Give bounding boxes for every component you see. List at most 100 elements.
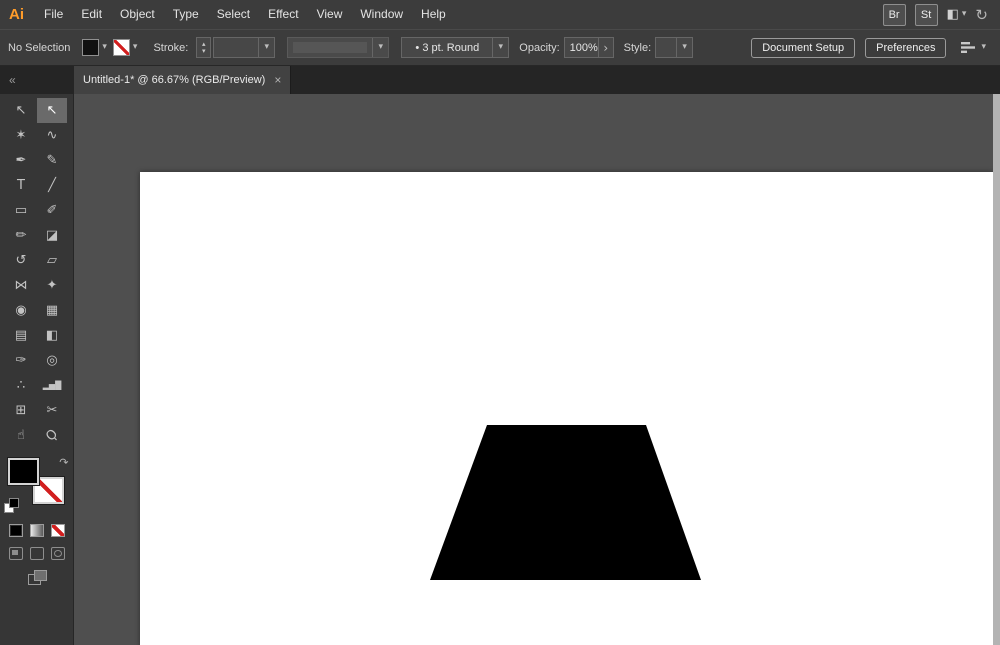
perspective-grid-tool[interactable]: ▦ xyxy=(37,298,67,323)
brush-dropdown[interactable]: ▾ xyxy=(492,38,508,57)
menu-effect[interactable]: Effect xyxy=(259,0,307,29)
chevron-down-icon: ▾ xyxy=(682,43,687,52)
bridge-button[interactable]: Br xyxy=(883,4,906,26)
sync-icon[interactable]: ↻ xyxy=(975,6,988,24)
menu-help[interactable]: Help xyxy=(412,0,455,29)
document-setup-button[interactable]: Document Setup xyxy=(751,38,855,58)
style-label: Style: xyxy=(624,42,652,54)
stock-button[interactable]: St xyxy=(915,4,938,26)
brush-bullet-icon: • xyxy=(415,42,419,54)
fill-stroke-widget: ↷ xyxy=(0,456,74,518)
canvas-area[interactable] xyxy=(74,94,1000,645)
tools-panel: ↖ ↖ ✶ ∿✒✎T╱ ▭ ✐ ✏ ◪↺▱⋈ ✦ ◉▦ ▤ ◧✑◎ ∴ ▂▅█ ⊞ ✂☝Ϙ ↷ xyxy=(0,94,74,645)
tools-grid: ↖ ↖ ✶ ∿✒✎T╱ ▭ ✐ ✏ ◪↺▱⋈ ✦ ◉▦ ▤ ◧✑◎ ∴ ▂▅█ ⊞ ✂☝Ϙ xyxy=(6,98,67,448)
preferences-button[interactable]: Preferences xyxy=(865,38,946,58)
opacity-input[interactable]: 100% › xyxy=(564,37,614,58)
width-profile-select[interactable]: ▾ xyxy=(287,37,389,58)
fill-indicator[interactable] xyxy=(8,458,39,485)
stroke-weight-stepper[interactable]: ▴ ▾ xyxy=(196,37,211,58)
menu-edit[interactable]: Edit xyxy=(72,0,111,29)
rectangle-tool[interactable]: ▭ xyxy=(6,198,36,223)
rotate-tool[interactable]: ↺ xyxy=(6,248,36,273)
trapezoid-shape[interactable] xyxy=(430,425,701,580)
type-tool[interactable]: T xyxy=(6,173,36,198)
width-profile-dropdown[interactable]: ▾ xyxy=(372,38,388,57)
mesh-icon: ▤ xyxy=(15,328,27,343)
style-select[interactable]: ▾ xyxy=(655,37,693,58)
document-tab[interactable]: Untitled-1* @ 66.67% (RGB/Preview) × xyxy=(74,66,291,94)
symbol-sprayer-icon: ∴ xyxy=(17,378,25,393)
fill-color-control[interactable]: ▾ xyxy=(82,39,113,56)
lasso-tool[interactable]: ∿ xyxy=(37,123,67,148)
free-transform-tool[interactable]: ✦ xyxy=(37,273,67,298)
gradient-tool[interactable]: ◧ xyxy=(37,323,67,348)
default-fill-stroke-icon[interactable] xyxy=(4,498,20,514)
mesh-tool[interactable]: ▤ xyxy=(6,323,36,348)
curvature-tool[interactable]: ✎ xyxy=(37,148,67,173)
free-transform-icon: ✦ xyxy=(47,278,58,293)
brush-value: 3 pt. Round xyxy=(422,42,479,54)
shape-builder-tool[interactable]: ◉ xyxy=(6,298,36,323)
draw-behind-button[interactable] xyxy=(30,547,44,560)
draw-mode-row xyxy=(9,547,65,560)
artboard-icon: ⊞ xyxy=(16,403,27,418)
column-graph-tool[interactable]: ▂▅█ xyxy=(37,373,67,398)
workspace-switcher[interactable]: ◧ ▾ xyxy=(947,7,967,22)
spinner-up-icon: ▴ xyxy=(202,41,206,48)
slice-tool[interactable]: ✂ xyxy=(37,398,67,423)
style-dropdown[interactable]: ▾ xyxy=(676,38,692,57)
artboard-tool[interactable]: ⊞ xyxy=(6,398,36,423)
zoom-tool[interactable]: Ϙ xyxy=(37,423,67,448)
artwork-layer xyxy=(140,172,993,645)
direct-selection-tool[interactable]: ↖ xyxy=(37,98,67,123)
hand-tool[interactable]: ☝ xyxy=(6,423,36,448)
gradient-button[interactable] xyxy=(30,524,44,537)
pen-tool[interactable]: ✒ xyxy=(6,148,36,173)
menu-window[interactable]: Window xyxy=(351,0,412,29)
chevron-right-icon: › xyxy=(603,42,608,54)
stroke-weight-dropdown[interactable]: ▾ xyxy=(258,38,274,57)
symbol-sprayer-tool[interactable]: ∴ xyxy=(6,373,36,398)
panel-collapse-button[interactable]: « xyxy=(0,66,74,94)
draw-normal-button[interactable] xyxy=(9,547,23,560)
stroke-label: Stroke: xyxy=(153,42,188,54)
align-options-control[interactable]: ▾ xyxy=(960,41,986,54)
line-segment-tool[interactable]: ╱ xyxy=(37,173,67,198)
selection-tool[interactable]: ↖ xyxy=(6,98,36,123)
shaper-tool[interactable]: ✏ xyxy=(6,223,36,248)
draw-inside-button[interactable] xyxy=(51,547,65,560)
chevron-down-icon: ▾ xyxy=(499,43,504,52)
magic-wand-icon: ✶ xyxy=(16,128,27,143)
color-button[interactable] xyxy=(9,524,23,537)
swap-fill-stroke-icon[interactable]: ↷ xyxy=(59,456,68,469)
direct-selection-icon: ↖ xyxy=(47,103,58,118)
workspace-icon: ◧ xyxy=(947,7,959,22)
shaper-icon: ✏ xyxy=(16,228,27,243)
vertical-scrollbar[interactable] xyxy=(993,94,1000,645)
none-button[interactable] xyxy=(51,524,65,537)
eraser-tool[interactable]: ◪ xyxy=(37,223,67,248)
opacity-options-button[interactable]: › xyxy=(598,38,613,57)
brush-select[interactable]: • 3 pt. Round ▾ xyxy=(401,37,509,58)
scale-tool[interactable]: ▱ xyxy=(37,248,67,273)
screen-mode-front-rect xyxy=(34,570,47,581)
menu-type[interactable]: Type xyxy=(164,0,208,29)
rectangle-icon: ▭ xyxy=(15,203,27,218)
menu-select[interactable]: Select xyxy=(208,0,259,29)
opacity-value: 100% xyxy=(565,42,598,54)
eyedropper-tool[interactable]: ✑ xyxy=(6,348,36,373)
menu-view[interactable]: View xyxy=(308,0,352,29)
menu-object[interactable]: Object xyxy=(111,0,164,29)
paintbrush-tool[interactable]: ✐ xyxy=(37,198,67,223)
selection-icon: ↖ xyxy=(16,103,27,118)
menu-file[interactable]: File xyxy=(35,0,72,29)
stroke-color-control[interactable]: ▾ xyxy=(113,39,144,56)
stroke-weight-select[interactable]: ▾ xyxy=(213,37,275,58)
magic-wand-tool[interactable]: ✶ xyxy=(6,123,36,148)
screen-mode-button[interactable] xyxy=(28,570,46,584)
menubar-items: FileEditObjectTypeSelectEffectViewWindow… xyxy=(35,0,455,29)
tab-close-icon[interactable]: × xyxy=(274,73,281,87)
artboard[interactable] xyxy=(140,172,993,645)
width-tool[interactable]: ⋈ xyxy=(6,273,36,298)
blend-tool[interactable]: ◎ xyxy=(37,348,67,373)
